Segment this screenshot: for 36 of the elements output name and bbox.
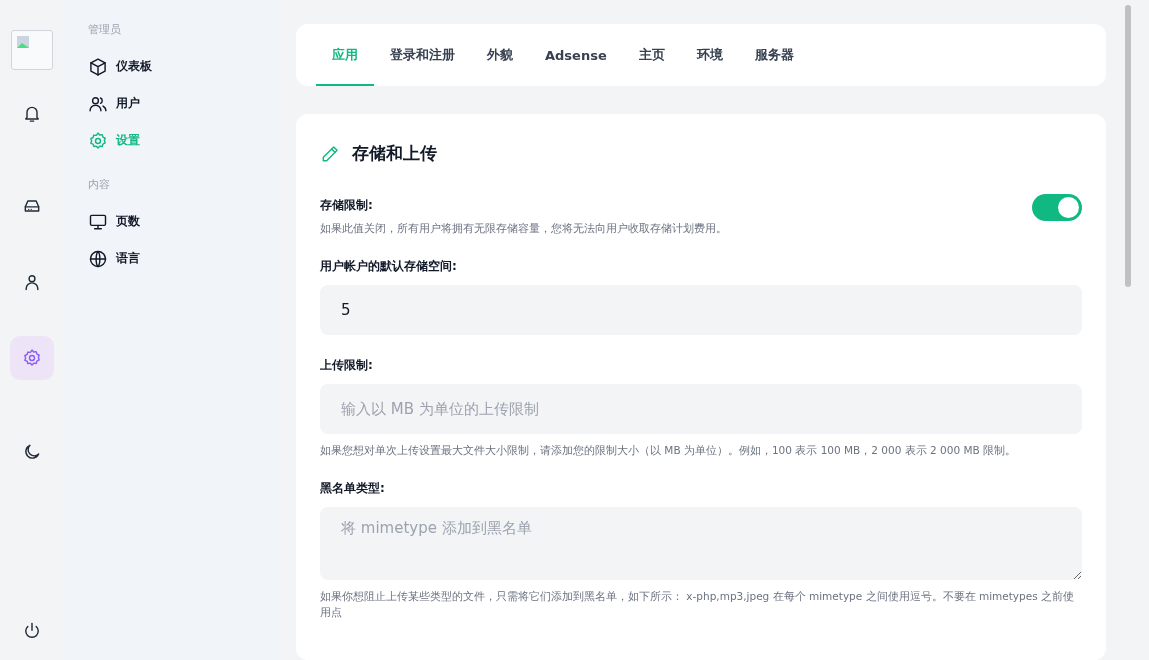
broken-image-icon xyxy=(16,35,30,49)
field-label: 上传限制: xyxy=(320,357,374,374)
field-label: 存储限制: xyxy=(320,197,374,214)
nav-section-heading: 管理员 xyxy=(88,22,122,38)
nav-section-heading: 内容 xyxy=(88,177,111,193)
bell-icon xyxy=(22,104,42,124)
toggle-switch[interactable] xyxy=(1032,194,1082,221)
input-field[interactable]: 输入以 MB 为单位的上传限制 xyxy=(320,384,1082,434)
settings-icon xyxy=(88,130,108,151)
power-icon xyxy=(22,621,42,641)
help-text: 如果你想阻止上传某些类型的文件，只需将它们添加到黑名单，如下所示： x-php,mp3,jpeg 在每个 mimetype 之间使用逗号。不要在 mimetypes 之前使用点 xyxy=(320,589,1076,620)
tab[interactable]: 服务器 xyxy=(738,24,810,86)
tab[interactable]: 环境 xyxy=(680,24,739,86)
help-text: 如果您想对单次上传设置最大文件大小限制，请添加您的限制大小（以 MB 为单位）。例如，100 表示 100 MB，2 000 表示 2 000 MB 限制。 xyxy=(320,443,1018,458)
settings-button[interactable] xyxy=(10,336,54,380)
cube-icon xyxy=(88,56,108,77)
globe-icon xyxy=(88,248,108,269)
nav-link[interactable]: 页数 xyxy=(88,203,140,240)
input-field[interactable]: 5 xyxy=(320,285,1082,335)
user-icon xyxy=(22,272,42,292)
nav-link[interactable]: 语言 xyxy=(88,240,140,277)
tab[interactable]: 主页 xyxy=(622,24,681,86)
card-title: 存储和上传 xyxy=(352,142,437,165)
field-label: 黑名单类型: xyxy=(320,480,386,497)
moon-icon xyxy=(22,442,42,462)
nav-link[interactable]: 用户 xyxy=(88,85,140,122)
tab[interactable]: Adsense xyxy=(529,24,623,86)
textarea-field[interactable]: 将 mimetype 添加到黑名单 xyxy=(320,507,1082,580)
pencil-icon xyxy=(320,143,340,164)
nav-link[interactable]: 仪表板 xyxy=(88,48,152,85)
help-text: 如果此值关闭，所有用户将拥有无限存储容量，您将无法向用户收取存储计划费用。 xyxy=(320,221,727,236)
scrollbar-thumb[interactable] xyxy=(1124,5,1131,287)
tab[interactable]: 登录和注册 xyxy=(374,24,471,86)
settings-icon xyxy=(22,348,42,368)
field-label: 用户帐户的默认存储空间: xyxy=(320,258,458,275)
tab[interactable]: 外貌 xyxy=(471,24,529,86)
